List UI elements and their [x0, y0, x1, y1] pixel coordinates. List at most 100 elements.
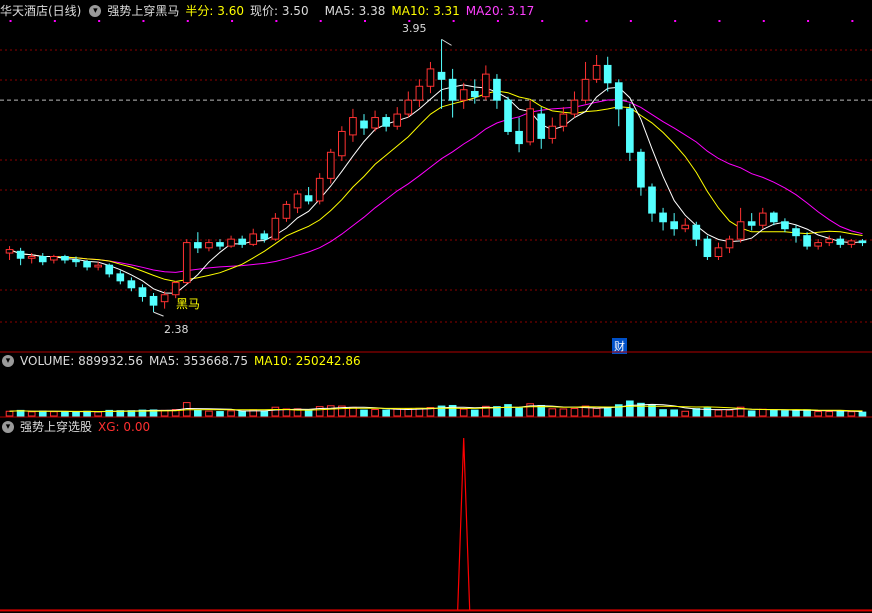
- candle-body: [670, 221, 678, 230]
- volume-bar: [548, 408, 557, 417]
- kline-chart[interactable]: [0, 0, 872, 613]
- volume-bar: [770, 409, 778, 417]
- volume-bar: [670, 409, 678, 417]
- candle-body: [94, 264, 102, 268]
- candle-body: [537, 113, 546, 139]
- volume-bar: [238, 410, 246, 417]
- candle-body: [548, 125, 557, 139]
- candle-body: [315, 177, 324, 202]
- high-pointer: [441, 38, 452, 46]
- volume-bar: [194, 409, 202, 417]
- candle-body: [16, 250, 25, 259]
- volume-bar: [781, 410, 789, 417]
- volume-bar: [61, 411, 69, 417]
- candle-body: [216, 242, 224, 247]
- volume-bar: [260, 410, 269, 417]
- volume-bar: [847, 411, 856, 417]
- candle-body: [592, 64, 601, 80]
- marker-dot: [452, 20, 455, 22]
- candle-body: [105, 264, 114, 275]
- marker-dot: [9, 20, 12, 22]
- volume-bar: [5, 410, 14, 417]
- volume-bar: [326, 405, 335, 417]
- candle-body: [703, 238, 712, 258]
- candle-body: [382, 117, 390, 127]
- candle-body: [182, 242, 191, 284]
- candle-body: [360, 120, 368, 129]
- candle-body: [781, 221, 789, 230]
- marker-dot: [186, 20, 189, 22]
- ma5-line: [9, 84, 863, 294]
- candle-body: [238, 238, 246, 245]
- candle-body: [83, 261, 91, 268]
- marker-dot: [408, 20, 411, 22]
- candle-body: [227, 238, 235, 247]
- marker-dot: [53, 20, 56, 22]
- volume-bar: [714, 409, 723, 417]
- candle-body: [692, 224, 701, 240]
- volume-bar: [858, 411, 867, 417]
- volume-bar: [681, 410, 690, 417]
- volume-bar: [371, 409, 379, 417]
- candle-body: [138, 287, 147, 297]
- candle-body: [293, 193, 302, 209]
- candle-body: [736, 221, 745, 240]
- xg-signal-spike: [457, 437, 471, 611]
- volume-bar: [50, 411, 58, 417]
- candle-body: [326, 151, 335, 179]
- volume-bar: [27, 411, 36, 417]
- candle-body: [603, 64, 612, 84]
- marker-dot: [629, 20, 632, 22]
- low-pointer: [153, 311, 164, 317]
- candle-body: [160, 294, 169, 303]
- volume-bar: [825, 411, 834, 417]
- marker-dot: [585, 20, 588, 22]
- volume-bar: [792, 409, 800, 417]
- candle-body: [5, 249, 14, 254]
- candle-body: [282, 203, 291, 219]
- marker-dot: [541, 20, 544, 22]
- candle-body: [459, 89, 468, 101]
- marker-dot: [364, 20, 366, 22]
- volume-bar: [648, 404, 656, 417]
- candle-body: [858, 240, 867, 244]
- volume-bar: [271, 406, 280, 417]
- candle-body: [304, 195, 313, 202]
- volume-bar: [382, 409, 390, 417]
- candle-body: [194, 242, 202, 249]
- candle-body: [747, 221, 756, 226]
- candle-body: [626, 108, 634, 153]
- candle-body: [127, 280, 136, 289]
- candle-body: [614, 82, 623, 110]
- candle-body: [836, 238, 845, 245]
- volume-bar: [515, 407, 523, 417]
- marker-dot: [98, 20, 101, 22]
- marker-dot: [807, 20, 810, 22]
- marker-dot: [319, 20, 322, 22]
- candle-body: [27, 256, 36, 259]
- ma10-line: [9, 90, 863, 283]
- candle-body: [581, 78, 590, 101]
- volume-bar: [836, 410, 845, 417]
- candle-body: [559, 113, 568, 127]
- volume-bar: [94, 411, 102, 417]
- candle-body: [271, 217, 280, 240]
- candle-body: [714, 247, 723, 258]
- volume-bar: [393, 408, 402, 417]
- candle-body: [171, 282, 180, 296]
- candle-body: [847, 240, 856, 245]
- candle-body: [770, 212, 778, 223]
- volume-bar: [592, 407, 601, 417]
- volume-bar: [659, 409, 667, 417]
- candle-body: [371, 117, 379, 129]
- volume-bar: [360, 409, 368, 417]
- candle-body: [149, 295, 158, 306]
- candle-body: [426, 68, 435, 87]
- candle-body: [482, 73, 490, 98]
- marker-dot: [718, 20, 721, 22]
- candle-body: [205, 242, 213, 249]
- candle-body: [792, 228, 800, 237]
- candle-body: [637, 151, 645, 188]
- volume-bar: [725, 409, 734, 417]
- candle-body: [448, 78, 457, 101]
